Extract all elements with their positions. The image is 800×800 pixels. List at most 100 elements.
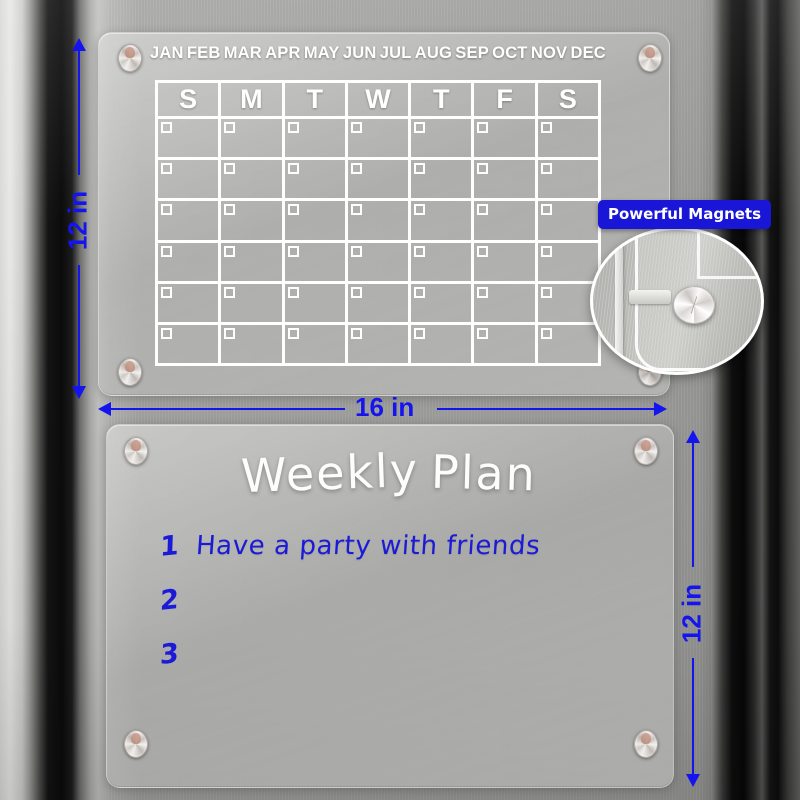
date-number-box[interactable] bbox=[224, 163, 236, 175]
calendar-day-cell[interactable] bbox=[347, 201, 412, 243]
calendar-day-cell[interactable] bbox=[158, 283, 222, 325]
calendar-day-cell[interactable] bbox=[284, 324, 348, 366]
date-number-box[interactable] bbox=[414, 286, 426, 298]
calendar-day-cell[interactable] bbox=[284, 242, 348, 284]
date-number-box[interactable] bbox=[477, 122, 489, 133]
calendar-day-cell[interactable] bbox=[158, 324, 222, 366]
date-number-box[interactable] bbox=[287, 245, 299, 257]
date-number-box[interactable] bbox=[350, 122, 362, 133]
date-number-box[interactable] bbox=[287, 163, 299, 175]
date-number-box[interactable] bbox=[350, 245, 362, 257]
calendar-day-cell[interactable] bbox=[411, 242, 475, 284]
date-number-box[interactable] bbox=[161, 163, 172, 175]
month-label-apr[interactable]: APR bbox=[265, 44, 300, 63]
calendar-day-cell[interactable] bbox=[221, 119, 285, 161]
date-number-box[interactable] bbox=[477, 204, 489, 216]
date-number-box[interactable] bbox=[414, 327, 426, 339]
date-number-box[interactable] bbox=[414, 204, 426, 216]
date-number-box[interactable] bbox=[477, 163, 489, 175]
calendar-day-cell[interactable] bbox=[347, 160, 412, 202]
date-number-box[interactable] bbox=[414, 122, 426, 133]
calendar-day-cell[interactable] bbox=[284, 119, 348, 161]
date-number-box[interactable] bbox=[224, 286, 236, 298]
calendar-day-cell[interactable] bbox=[474, 324, 538, 366]
calendar-day-cell[interactable] bbox=[221, 201, 285, 243]
weekly-plan-list[interactable]: 1 Have a party with friends 2 3 bbox=[160, 530, 640, 692]
month-label-jan[interactable]: JAN bbox=[150, 44, 184, 63]
date-number-box[interactable] bbox=[350, 286, 362, 298]
month-label-feb[interactable]: FEB bbox=[187, 44, 221, 63]
weekly-plan-item-text[interactable]: Have a party with friends bbox=[195, 531, 541, 561]
month-label-sep[interactable]: SEP bbox=[455, 44, 489, 63]
month-label-jun[interactable]: JUN bbox=[343, 44, 377, 63]
calendar-day-cell[interactable] bbox=[158, 160, 222, 202]
product-image: JAN FEB MAR APR MAY JUN JUL AUG SEP OCT NOV DEC SMT… bbox=[0, 0, 800, 800]
date-number-box[interactable] bbox=[161, 245, 172, 257]
calendar-day-cell[interactable] bbox=[347, 324, 412, 366]
month-label-aug[interactable]: AUG bbox=[415, 44, 452, 63]
date-number-box[interactable] bbox=[287, 204, 299, 216]
calendar-day-cell[interactable] bbox=[537, 119, 601, 161]
calendar-day-cell[interactable] bbox=[158, 242, 222, 284]
date-number-box[interactable] bbox=[224, 327, 236, 339]
date-number-box[interactable] bbox=[540, 122, 552, 133]
calendar-day-cell[interactable] bbox=[347, 119, 412, 161]
date-number-box[interactable] bbox=[350, 204, 362, 216]
calendar-day-cell[interactable] bbox=[158, 119, 222, 161]
calendar-day-cell[interactable] bbox=[284, 283, 348, 325]
weekly-plan-item[interactable]: 1 Have a party with friends bbox=[160, 530, 640, 584]
calendar-day-cell[interactable] bbox=[221, 324, 285, 366]
date-number-box[interactable] bbox=[477, 286, 489, 298]
date-number-box[interactable] bbox=[287, 286, 299, 298]
calendar-day-cell[interactable] bbox=[411, 160, 475, 202]
calendar-day-cell[interactable] bbox=[474, 201, 538, 243]
weekly-plan-item[interactable]: 2 bbox=[160, 584, 640, 638]
calendar-grid[interactable]: SMTWTFS bbox=[155, 80, 601, 366]
month-label-oct[interactable]: OCT bbox=[492, 44, 527, 63]
date-number-box[interactable] bbox=[540, 245, 552, 257]
calendar-day-cell[interactable] bbox=[284, 201, 348, 243]
date-number-box[interactable] bbox=[350, 163, 362, 175]
calendar-day-cell[interactable] bbox=[474, 283, 538, 325]
date-number-box[interactable] bbox=[224, 122, 236, 133]
date-number-box[interactable] bbox=[540, 204, 552, 216]
calendar-day-cell[interactable] bbox=[474, 160, 538, 202]
date-number-box[interactable] bbox=[161, 286, 172, 298]
date-number-box[interactable] bbox=[414, 245, 426, 257]
date-number-box[interactable] bbox=[287, 327, 299, 339]
calendar-day-cell[interactable] bbox=[347, 283, 412, 325]
calendar-day-cell[interactable] bbox=[411, 324, 475, 366]
month-label-dec[interactable]: DEC bbox=[570, 44, 605, 63]
calendar-day-cell[interactable] bbox=[221, 283, 285, 325]
month-label-mar[interactable]: MAR bbox=[224, 44, 262, 63]
calendar-day-cell[interactable] bbox=[221, 160, 285, 202]
date-number-box[interactable] bbox=[350, 327, 362, 339]
date-number-box[interactable] bbox=[161, 122, 172, 133]
calendar-day-cell[interactable] bbox=[347, 242, 412, 284]
weekly-plan-item[interactable]: 3 bbox=[160, 638, 640, 692]
date-number-box[interactable] bbox=[540, 327, 552, 339]
month-label-jul[interactable]: JUL bbox=[380, 44, 412, 63]
month-label-nov[interactable]: NOV bbox=[531, 44, 567, 63]
calendar-day-cell[interactable] bbox=[474, 119, 538, 161]
calendar-day-cell[interactable] bbox=[474, 242, 538, 284]
date-number-box[interactable] bbox=[540, 286, 552, 298]
date-number-box[interactable] bbox=[224, 204, 236, 216]
calendar-day-cell[interactable] bbox=[411, 201, 475, 243]
date-number-box[interactable] bbox=[287, 122, 299, 133]
date-number-box[interactable] bbox=[477, 327, 489, 339]
date-number-box[interactable] bbox=[477, 245, 489, 257]
date-number-box[interactable] bbox=[414, 163, 426, 175]
calendar-day-cell[interactable] bbox=[411, 283, 475, 325]
weekly-plan-title-word1: Weekly bbox=[240, 442, 420, 504]
calendar-day-cell[interactable] bbox=[411, 119, 475, 161]
date-number-box[interactable] bbox=[540, 163, 552, 175]
date-number-box[interactable] bbox=[161, 327, 172, 339]
calendar-day-cell[interactable] bbox=[158, 201, 222, 243]
date-number-box[interactable] bbox=[224, 245, 236, 257]
calendar-day-cell[interactable] bbox=[221, 242, 285, 284]
dim-line-calendar-height-lower bbox=[78, 265, 80, 388]
calendar-day-cell[interactable] bbox=[284, 160, 348, 202]
date-number-box[interactable] bbox=[161, 204, 172, 216]
month-label-may[interactable]: MAY bbox=[304, 44, 340, 63]
